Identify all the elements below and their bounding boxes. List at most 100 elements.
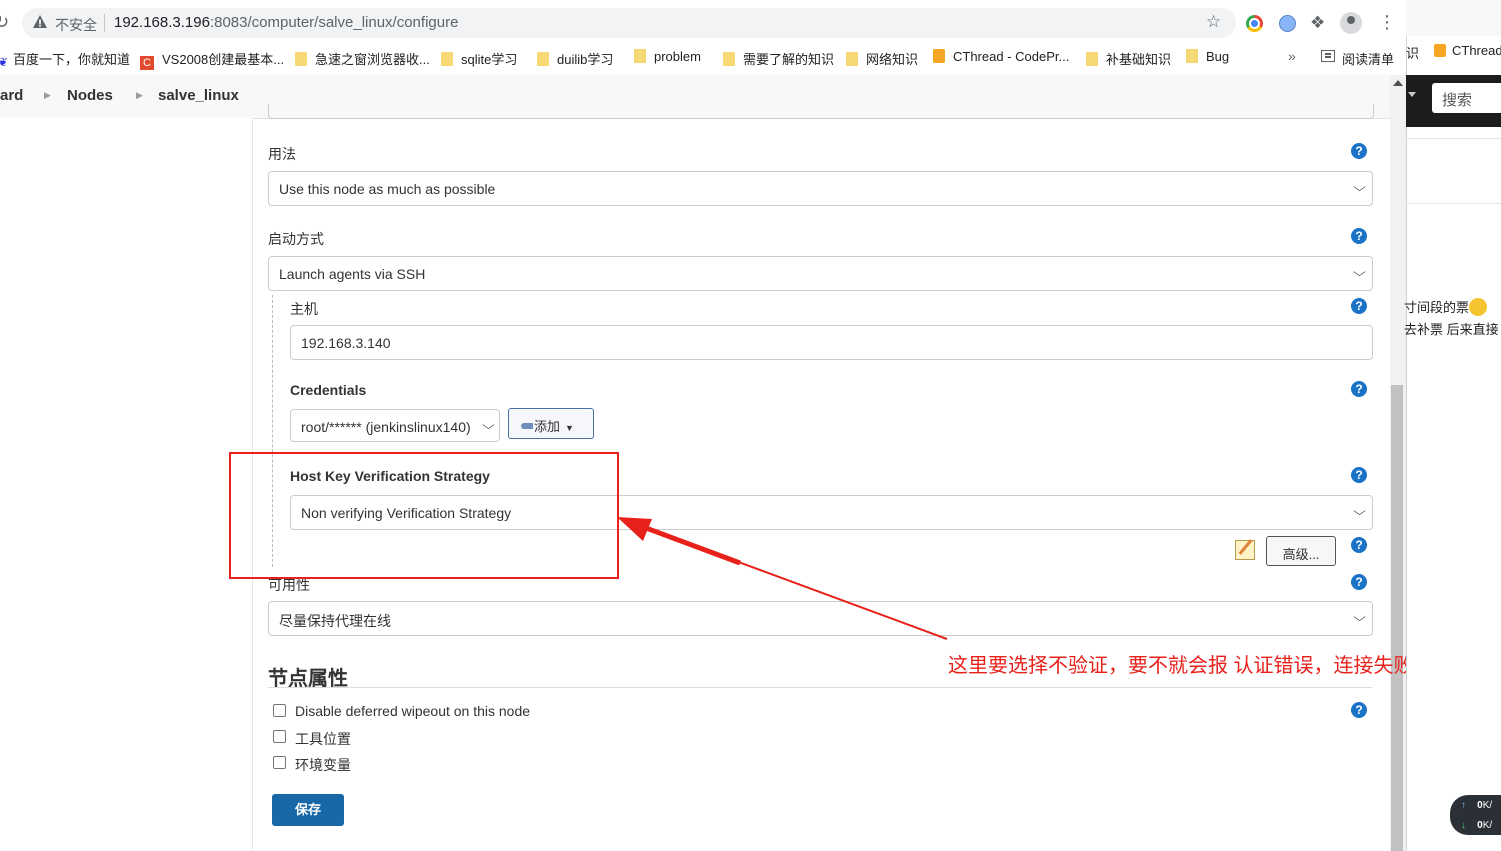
help-icon[interactable]: ?	[1351, 143, 1367, 159]
csdn-icon: C	[140, 56, 154, 70]
bookmark-item[interactable]: Bug	[1186, 49, 1229, 64]
side-window	[1406, 0, 1501, 851]
bookmark-label: VS2008创建最基本...	[162, 52, 285, 67]
url-host: 192.168.3.196	[114, 14, 210, 31]
usage-select[interactable]: Use this node as much as possible ⌵	[268, 171, 1373, 206]
save-button[interactable]: 保存	[272, 794, 344, 826]
bookmark-label: 百度一下，你就知道	[13, 52, 131, 67]
baidu-icon: ❦	[0, 55, 9, 69]
chevron-down-icon: ⌵	[1353, 504, 1366, 518]
bookmark-label: problem	[654, 49, 701, 64]
codeproject-icon	[1434, 44, 1446, 57]
launch-method-value: Launch agents via SSH	[279, 266, 426, 282]
env-vars-label: 环境变量	[295, 757, 351, 773]
help-icon[interactable]: ?	[1351, 228, 1367, 244]
chevron-right-icon[interactable]: ▶	[136, 90, 143, 101]
tool-locations-checkbox[interactable]	[273, 730, 286, 743]
chevron-down-icon: ⌵	[1353, 610, 1366, 624]
host-label: 主机	[290, 301, 318, 317]
side-bookmark-fragment[interactable]: 识	[1406, 43, 1419, 62]
divider	[1406, 203, 1501, 204]
caret-down-icon: ▼	[565, 423, 574, 433]
credentials-label: Credentials	[290, 382, 367, 398]
usage-select-value: Use this node as much as possible	[279, 181, 496, 197]
side-text-line: 去补票 后来直接	[1404, 322, 1499, 337]
help-icon[interactable]: ?	[1351, 381, 1367, 397]
add-credentials-button[interactable]: 添加 ▼	[508, 408, 594, 439]
side-bookmark-cthread[interactable]: CThread	[1434, 43, 1501, 58]
puzzle-icon[interactable]: ❖	[1310, 13, 1325, 33]
omnibox-divider	[104, 14, 105, 32]
upload-unit: K/	[1482, 800, 1493, 811]
credentials-select[interactable]: root/****** (jenkinslinux140) ⌵	[290, 409, 500, 442]
breadcrumb-nodes[interactable]: Nodes	[67, 87, 113, 104]
bookmark-item[interactable]: ❦ 百度一下，你就知道	[0, 49, 130, 69]
bookmark-item[interactable]: C VS2008创建最基本...	[140, 49, 284, 70]
help-icon[interactable]: ?	[1351, 467, 1367, 483]
url-path: :8083/computer/salve_linux/configure	[209, 14, 459, 31]
launch-method-label: 启动方式	[268, 231, 324, 247]
bookmark-item[interactable]: 网络知识	[846, 49, 918, 68]
bookmark-label: sqlite学习	[461, 52, 518, 67]
bookmark-item[interactable]: duilib学习	[537, 49, 613, 68]
credentials-value: root/****** (jenkinslinux140)	[301, 419, 471, 435]
env-vars-checkbox[interactable]	[273, 756, 286, 769]
upload-speed: ↑ 0K/	[1461, 800, 1492, 811]
launch-method-select[interactable]: Launch agents via SSH ⌵	[268, 256, 1373, 291]
caret-down-icon[interactable]	[1408, 92, 1416, 97]
download-speed: ↓ 0K/	[1461, 820, 1492, 831]
bookmark-item[interactable]: 补基础知识	[1086, 49, 1171, 68]
availability-value: 尽量保持代理在线	[279, 613, 391, 629]
bookmark-item[interactable]: CThread - CodePr...	[933, 49, 1069, 64]
reload-icon[interactable]: ↻	[0, 12, 9, 33]
scrollbar-thumb[interactable]	[1391, 385, 1403, 851]
url-text[interactable]: 192.168.3.196:8083/computer/salve_linux/…	[114, 14, 458, 31]
bookmark-label: duilib学习	[557, 52, 614, 67]
chevron-down-icon: ⌵	[1353, 265, 1366, 279]
reading-list-icon[interactable]	[1321, 50, 1335, 62]
scroll-up-icon[interactable]	[1393, 80, 1403, 86]
ext-icon[interactable]	[1279, 15, 1296, 32]
side-search-input[interactable]: 搜索	[1432, 83, 1501, 113]
breadcrumb-dashboard[interactable]: ard	[0, 87, 23, 104]
profile-icon[interactable]	[1340, 12, 1362, 34]
bookmark-item[interactable]: sqlite学习	[441, 49, 517, 68]
star-icon[interactable]: ☆	[1206, 12, 1221, 32]
help-icon[interactable]: ?	[1351, 537, 1367, 553]
folder-icon	[441, 52, 453, 66]
bookmarks-more-button[interactable]: »	[1288, 48, 1296, 64]
folder-icon	[1186, 49, 1198, 63]
chevron-down-icon: ⌵	[1353, 180, 1366, 194]
insecure-label[interactable]: 不安全	[55, 15, 97, 35]
bookmark-item[interactable]: 急速之窗浏览器收...	[295, 49, 430, 68]
warning-icon[interactable]	[32, 14, 48, 30]
chrome-ext-icon[interactable]	[1246, 15, 1263, 32]
add-button-label: 添加	[534, 419, 561, 434]
help-icon[interactable]: ?	[1351, 702, 1367, 718]
codeproject-icon	[933, 49, 945, 63]
arrow-down-icon: ↓	[1461, 820, 1466, 831]
menu-kebab-icon[interactable]: ⋮	[1378, 12, 1396, 33]
bookmark-label: CThread - CodePr...	[953, 49, 1070, 64]
help-icon[interactable]: ?	[1351, 574, 1367, 590]
breadcrumb-salve-linux[interactable]: salve_linux	[158, 87, 239, 104]
arrow-up-icon: ↑	[1461, 800, 1466, 811]
side-text-line: 寸间段的票	[1404, 297, 1488, 316]
disable-wipeout-checkbox[interactable]	[273, 704, 286, 717]
help-icon[interactable]: ?	[1351, 298, 1367, 314]
bookmark-item[interactable]: problem	[634, 49, 701, 64]
chevron-right-icon[interactable]: ▶	[44, 90, 51, 101]
advanced-button[interactable]: 高级...	[1266, 536, 1336, 566]
notepad-icon[interactable]	[1235, 540, 1255, 560]
bookmark-item[interactable]: 需要了解的知识	[723, 49, 834, 68]
divider	[1406, 138, 1501, 139]
bookmark-label: 需要了解的知识	[743, 52, 835, 67]
bookmark-label: Bug	[1206, 49, 1230, 64]
disable-wipeout-label: Disable deferred wipeout on this node	[295, 703, 531, 719]
chevron-down-icon: ⌵	[482, 418, 495, 432]
host-input[interactable]: 192.168.3.140	[290, 325, 1373, 360]
usage-label: 用法	[268, 146, 296, 162]
folder-icon	[634, 49, 646, 63]
section-divider	[268, 687, 1372, 688]
reading-list-button[interactable]: 阅读清单	[1342, 49, 1394, 68]
